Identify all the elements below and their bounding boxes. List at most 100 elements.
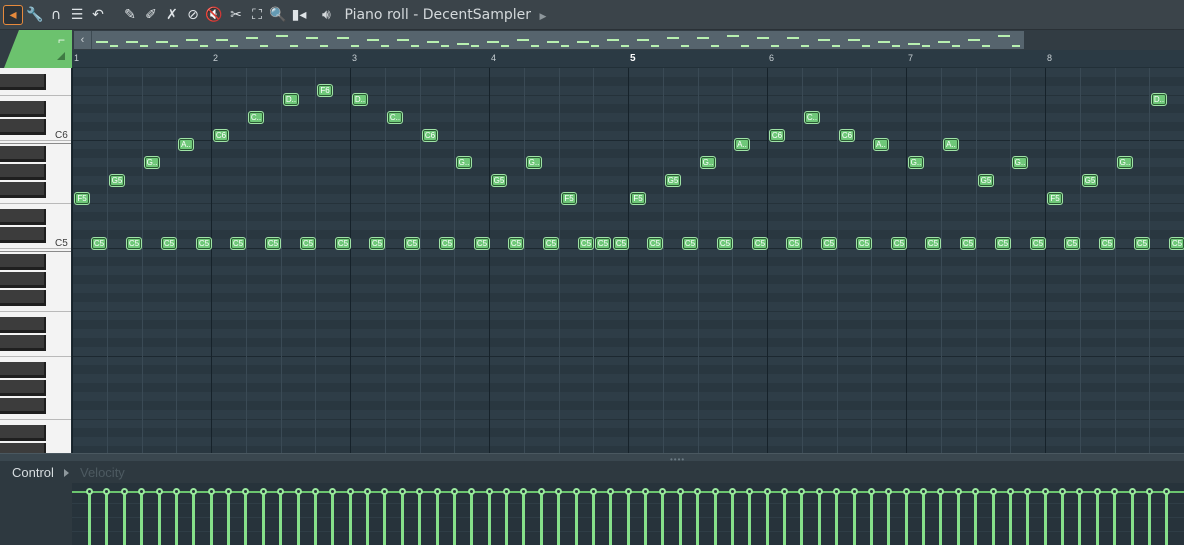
velocity-bar[interactable] xyxy=(158,491,161,545)
bar-number[interactable]: 8 xyxy=(1047,53,1052,63)
bar-number[interactable]: 5 xyxy=(630,53,636,64)
black-key[interactable] xyxy=(0,272,46,288)
note[interactable]: C6 xyxy=(422,129,438,142)
velocity-handle[interactable] xyxy=(329,488,336,495)
velocity-handle[interactable] xyxy=(225,488,232,495)
velocity-handle[interactable] xyxy=(1094,488,1101,495)
velocity-handle[interactable] xyxy=(520,488,527,495)
velocity-bar[interactable] xyxy=(696,491,699,545)
black-key[interactable] xyxy=(0,362,46,378)
control-parameter[interactable]: Velocity xyxy=(80,465,125,480)
black-key[interactable] xyxy=(0,254,46,270)
velocity-bar[interactable] xyxy=(1148,491,1151,545)
control-arrow-icon[interactable] xyxy=(64,469,69,477)
velocity-bar[interactable] xyxy=(1061,491,1064,545)
black-key[interactable] xyxy=(0,182,46,198)
velocity-handle[interactable] xyxy=(833,488,840,495)
velocity-handle[interactable] xyxy=(1163,488,1170,495)
bar-number[interactable]: 4 xyxy=(491,53,496,63)
velocity-bar[interactable] xyxy=(88,491,91,545)
velocity-bar[interactable] xyxy=(522,491,525,545)
velocity-bar[interactable] xyxy=(140,491,143,545)
bass-note[interactable]: C5 xyxy=(126,237,142,250)
velocity-handle[interactable] xyxy=(364,488,371,495)
velocity-handle[interactable] xyxy=(1059,488,1066,495)
slice-icon[interactable]: ✂ xyxy=(226,5,246,25)
velocity-handle[interactable] xyxy=(434,488,441,495)
velocity-bar[interactable] xyxy=(175,491,178,545)
bass-note[interactable]: C5 xyxy=(1030,237,1046,250)
velocity-bar[interactable] xyxy=(818,491,821,545)
control-label[interactable]: Control xyxy=(12,465,54,480)
timeline-ruler[interactable]: 1 2 3 4 5 6 7 8 xyxy=(72,50,1184,68)
velocity-bar[interactable] xyxy=(227,491,230,545)
velocity-bar[interactable] xyxy=(105,491,108,545)
note[interactable]: C6 xyxy=(213,129,229,142)
bass-note[interactable]: C5 xyxy=(856,237,872,250)
velocity-handle[interactable] xyxy=(103,488,110,495)
velocity-bar[interactable] xyxy=(661,491,664,545)
velocity-handle[interactable] xyxy=(486,488,493,495)
bass-note[interactable]: C5 xyxy=(161,237,177,250)
bar-number[interactable]: 2 xyxy=(213,53,218,63)
speaker-icon[interactable]: 🔊︎ xyxy=(322,6,340,24)
velocity-handle[interactable] xyxy=(781,488,788,495)
pane-splitter[interactable]: •••• xyxy=(0,453,1184,464)
black-key[interactable] xyxy=(0,317,46,333)
note[interactable]: G5 xyxy=(978,174,994,187)
velocity-handle[interactable] xyxy=(642,488,649,495)
velocity-handle[interactable] xyxy=(937,488,944,495)
velocity-handle[interactable] xyxy=(885,488,892,495)
piano-keyboard[interactable]: C6 C5 xyxy=(0,68,72,453)
note[interactable]: G.. xyxy=(526,156,542,169)
velocity-handle[interactable] xyxy=(590,488,597,495)
bass-note[interactable]: C5 xyxy=(1064,237,1080,250)
note[interactable]: G5 xyxy=(109,174,125,187)
velocity-handle[interactable] xyxy=(503,488,510,495)
note[interactable]: A.. xyxy=(178,138,194,151)
pencil-icon[interactable]: ✎ xyxy=(120,5,140,25)
velocity-handle[interactable] xyxy=(659,488,666,495)
bass-note[interactable]: C5 xyxy=(91,237,107,250)
velocity-bar[interactable] xyxy=(331,491,334,545)
bass-note[interactable]: C5 xyxy=(960,237,976,250)
note[interactable]: G5 xyxy=(491,174,507,187)
note[interactable]: D.. xyxy=(1151,93,1167,106)
velocity-bar[interactable] xyxy=(279,491,282,545)
note[interactable]: G.. xyxy=(144,156,160,169)
velocity-bar[interactable] xyxy=(401,491,404,545)
bass-note[interactable]: C5 xyxy=(613,237,629,250)
bar-number[interactable]: 3 xyxy=(352,53,357,63)
bass-note[interactable]: C5 xyxy=(369,237,385,250)
velocity-bar[interactable] xyxy=(766,491,769,545)
velocity-handle[interactable] xyxy=(746,488,753,495)
velocity-bar[interactable] xyxy=(592,491,595,545)
velocity-bar[interactable] xyxy=(575,491,578,545)
bass-note[interactable]: C5 xyxy=(595,237,611,250)
note[interactable]: G5 xyxy=(1082,174,1098,187)
black-key[interactable] xyxy=(0,74,46,90)
bass-note[interactable]: C5 xyxy=(196,237,212,250)
bass-note[interactable]: C5 xyxy=(1134,237,1150,250)
note[interactable]: G.. xyxy=(700,156,716,169)
black-key[interactable] xyxy=(0,119,46,135)
note[interactable]: C.. xyxy=(387,111,403,124)
select-icon[interactable]: ⛶ xyxy=(247,5,267,25)
velocity-handle[interactable] xyxy=(260,488,267,495)
velocity-bar[interactable] xyxy=(383,491,386,545)
velocity-bar[interactable] xyxy=(731,491,734,545)
velocity-handle[interactable] xyxy=(868,488,875,495)
velocity-bar[interactable] xyxy=(1096,491,1099,545)
note[interactable]: A.. xyxy=(873,138,889,151)
velocity-bar[interactable] xyxy=(939,491,942,545)
velocity-handle[interactable] xyxy=(1111,488,1118,495)
velocity-handle[interactable] xyxy=(468,488,475,495)
velocity-bar[interactable] xyxy=(244,491,247,545)
bass-note[interactable]: C5 xyxy=(230,237,246,250)
velocity-handle[interactable] xyxy=(555,488,562,495)
velocity-handle[interactable] xyxy=(138,488,145,495)
black-key[interactable] xyxy=(0,425,46,441)
mute-icon[interactable]: ⊘ xyxy=(183,5,203,25)
black-key[interactable] xyxy=(0,290,46,306)
undo-icon[interactable]: ↶ xyxy=(88,5,108,25)
